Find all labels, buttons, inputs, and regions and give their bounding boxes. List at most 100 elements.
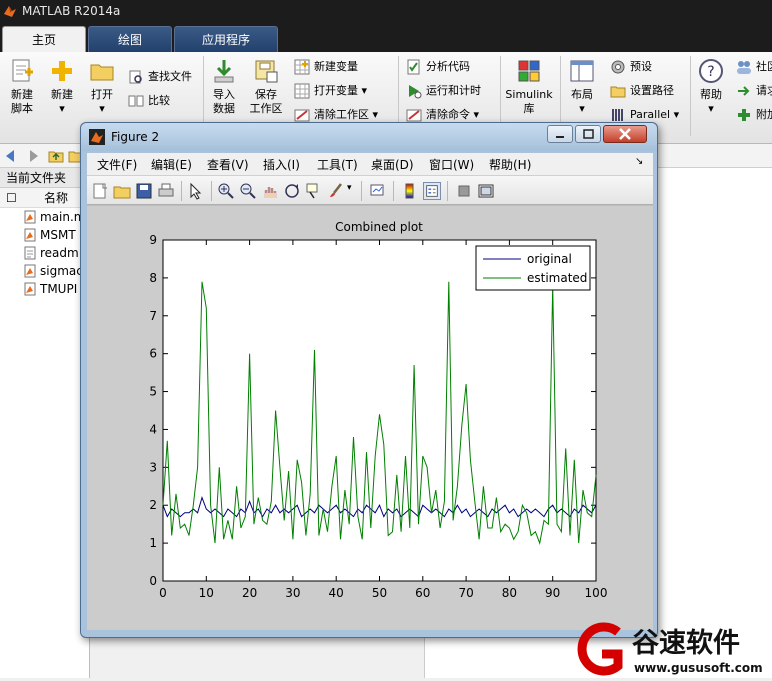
- menu-tools[interactable]: 工具(T): [317, 156, 358, 173]
- help-button[interactable]: ? 帮助 ▾: [694, 58, 728, 116]
- run-and-time-icon: [409, 85, 422, 99]
- rotate-3d-icon[interactable]: [283, 182, 301, 200]
- figure-title-bar[interactable]: Figure 2: [81, 123, 657, 151]
- matlab-logo-icon: [89, 129, 105, 145]
- save-workspace-button[interactable]: 保存 工作区: [246, 58, 286, 116]
- new-button[interactable]: 新建 ▾: [44, 58, 80, 116]
- analyze-code-button[interactable]: 分析代码: [406, 58, 470, 76]
- help-label: 帮助: [700, 88, 722, 101]
- open-variable-button[interactable]: 打开变量 ▾: [294, 82, 367, 100]
- y-tick-label: 5: [149, 385, 157, 399]
- import-data-label-2: 数据: [213, 102, 235, 115]
- tab-plots[interactable]: 绘图: [88, 26, 172, 52]
- parallel-label: Parallel: [630, 108, 671, 121]
- addons-plus-icon: [738, 109, 750, 121]
- preferences-label: 预设: [630, 60, 652, 73]
- run-and-time-button[interactable]: 运行和计时: [406, 82, 481, 100]
- y-tick-label: 3: [149, 460, 157, 474]
- clear-workspace-label: 清除工作区: [314, 108, 369, 121]
- menu-file[interactable]: 文件(F): [97, 156, 137, 173]
- menu-desktop[interactable]: 桌面(D): [371, 156, 414, 173]
- maximize-icon: [583, 129, 594, 139]
- plot-axes-area: [162, 239, 597, 582]
- layout-button[interactable]: 布局 ▾: [564, 58, 600, 116]
- file-item[interactable]: MSMT: [0, 226, 89, 244]
- gususoft-watermark: 谷速软件 www.gususoft.com: [570, 620, 772, 678]
- data-cursor-icon[interactable]: [305, 182, 323, 200]
- find-files-icon: [129, 70, 142, 84]
- hide-plot-tools-icon[interactable]: [455, 182, 473, 200]
- combined-plot-chart[interactable]: Combined plot 0 10 20 30 40 50 60 70 80 90 100 0 1 2…: [87, 206, 653, 630]
- file-item[interactable]: TMUPI: [0, 280, 89, 298]
- figure-menu-bar: 文件(F) 编辑(E) 查看(V) 插入(I) 工具(T) 桌面(D) 窗口(W…: [87, 153, 653, 175]
- zoom-in-icon[interactable]: [217, 182, 235, 200]
- close-button[interactable]: [603, 125, 647, 143]
- pan-hand-icon[interactable]: [261, 182, 279, 200]
- new-figure-icon[interactable]: [91, 182, 109, 200]
- folder-open-icon: [89, 58, 115, 84]
- menu-window[interactable]: 窗口(W): [429, 156, 474, 173]
- open-button[interactable]: 打开 ▾: [84, 58, 120, 116]
- show-plot-tools-icon[interactable]: [477, 182, 495, 200]
- new-plus-icon: [49, 58, 75, 84]
- file-item[interactable]: sigmac: [0, 262, 89, 280]
- watermark-brand: 谷速软件: [632, 628, 740, 659]
- insert-colorbar-icon[interactable]: [401, 182, 419, 200]
- chart-title: Combined plot: [335, 220, 423, 234]
- gususoft-logo: 谷速软件 www.gususoft.com: [577, 622, 763, 676]
- preferences-button[interactable]: 预设: [610, 58, 652, 76]
- simulink-label-2: 库: [523, 102, 535, 115]
- run-and-time-label: 运行和计时: [426, 84, 481, 97]
- compare-button[interactable]: 比较: [128, 92, 170, 110]
- menu-help[interactable]: 帮助(H): [489, 156, 531, 173]
- insert-legend-icon[interactable]: [423, 182, 441, 200]
- menu-edit[interactable]: 编辑(E): [151, 156, 192, 173]
- addons-button[interactable]: 附加: [736, 106, 772, 124]
- close-icon: [619, 128, 631, 140]
- maximize-button[interactable]: [575, 125, 601, 143]
- undock-arrow-icon[interactable]: ↘: [635, 156, 643, 167]
- m-file-icon: [24, 264, 36, 278]
- clear-commands-label: 清除命令: [426, 108, 470, 121]
- open-file-icon[interactable]: [113, 182, 131, 200]
- figure-toolbar: ▾: [87, 175, 653, 205]
- menu-view[interactable]: 查看(V): [207, 156, 249, 173]
- brush-dropdown-icon[interactable]: ▾: [347, 183, 352, 193]
- minimize-button[interactable]: [547, 125, 573, 143]
- up-folder-icon[interactable]: [48, 148, 64, 164]
- menu-insert[interactable]: 插入(I): [263, 156, 300, 173]
- name-column-header[interactable]: ☐ 名称: [0, 188, 89, 208]
- x-tick-label: 20: [242, 586, 257, 600]
- set-path-button[interactable]: 设置路径: [610, 82, 674, 100]
- file-name: sigmac: [40, 264, 83, 278]
- x-tick-label: 90: [545, 586, 560, 600]
- new-variable-button[interactable]: 新建变量: [294, 58, 358, 76]
- matlab-logo-icon: [4, 6, 16, 17]
- x-tick-label: 30: [285, 586, 300, 600]
- m-file-icon: [24, 228, 36, 242]
- y-tick-label: 6: [149, 347, 157, 361]
- forward-arrow-icon[interactable]: [24, 148, 40, 164]
- file-item[interactable]: main.m: [0, 208, 89, 226]
- link-plot-icon[interactable]: [369, 182, 387, 200]
- save-icon[interactable]: [135, 182, 153, 200]
- print-icon[interactable]: [157, 182, 175, 200]
- edit-plot-pointer-icon[interactable]: [187, 182, 205, 200]
- community-button[interactable]: 社区: [736, 58, 772, 76]
- new-variable-label: 新建变量: [314, 60, 358, 73]
- tab-apps[interactable]: 应用程序: [174, 26, 278, 52]
- request-support-button[interactable]: 请求: [736, 82, 772, 100]
- simulink-library-button[interactable]: Simulink 库: [504, 58, 554, 116]
- back-arrow-icon[interactable]: [4, 148, 20, 164]
- simulink-icon: [516, 58, 542, 84]
- zoom-out-icon[interactable]: [239, 182, 257, 200]
- import-data-button[interactable]: 导入 数据: [206, 58, 242, 116]
- column-sort-icon: ☐: [6, 191, 17, 205]
- tab-home[interactable]: 主页: [2, 26, 86, 52]
- import-data-icon: [211, 58, 237, 84]
- new-script-button[interactable]: 新建 脚本: [4, 58, 40, 116]
- file-item[interactable]: readm: [0, 244, 89, 262]
- request-support-icon: [738, 86, 750, 96]
- brush-icon[interactable]: [327, 182, 345, 200]
- find-files-button[interactable]: 查找文件: [128, 68, 192, 86]
